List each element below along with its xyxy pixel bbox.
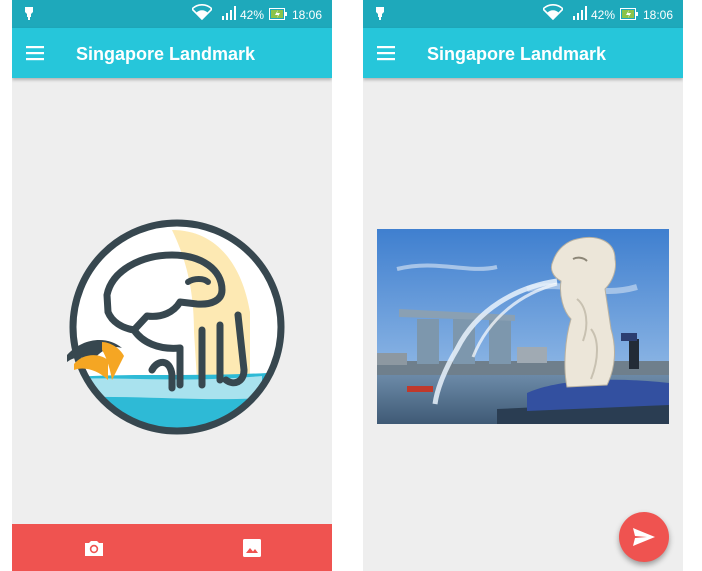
clock: 18:06 xyxy=(292,8,323,22)
signal-icon xyxy=(573,6,587,20)
app-title: Singapore Landmark xyxy=(76,44,256,64)
battery-charging-icon xyxy=(269,8,287,20)
bottom-action-bar xyxy=(12,524,332,571)
clock: 18:06 xyxy=(643,8,674,22)
wifi-icon xyxy=(543,4,563,20)
battery-percent: 42% xyxy=(591,8,616,22)
battery-percent: 42% xyxy=(240,8,265,22)
camera-icon[interactable] xyxy=(82,536,106,560)
send-button[interactable] xyxy=(619,512,669,562)
menu-icon[interactable] xyxy=(377,44,397,62)
app-bar: Singapore Landmark xyxy=(363,28,683,78)
wifi-icon xyxy=(192,4,212,20)
gallery-icon[interactable] xyxy=(240,536,264,560)
send-icon xyxy=(633,528,655,546)
status-bar: 42% 18:06 xyxy=(363,0,683,28)
notification-pin-icon xyxy=(25,7,33,20)
menu-icon[interactable] xyxy=(26,44,46,62)
merlion-logo xyxy=(67,219,285,435)
signal-icon xyxy=(222,6,236,20)
app-bar: Singapore Landmark xyxy=(12,28,332,78)
screen-home: 42% 18:06 Singapore Landmark xyxy=(12,0,332,571)
merlion-statue-photo xyxy=(377,229,669,424)
notification-pin-icon xyxy=(376,7,384,20)
status-bar: 42% 18:06 xyxy=(12,0,332,28)
battery-charging-icon xyxy=(620,8,638,20)
app-title: Singapore Landmark xyxy=(427,44,607,64)
screen-result: 42% 18:06 Singapore Landmark xyxy=(363,0,683,571)
